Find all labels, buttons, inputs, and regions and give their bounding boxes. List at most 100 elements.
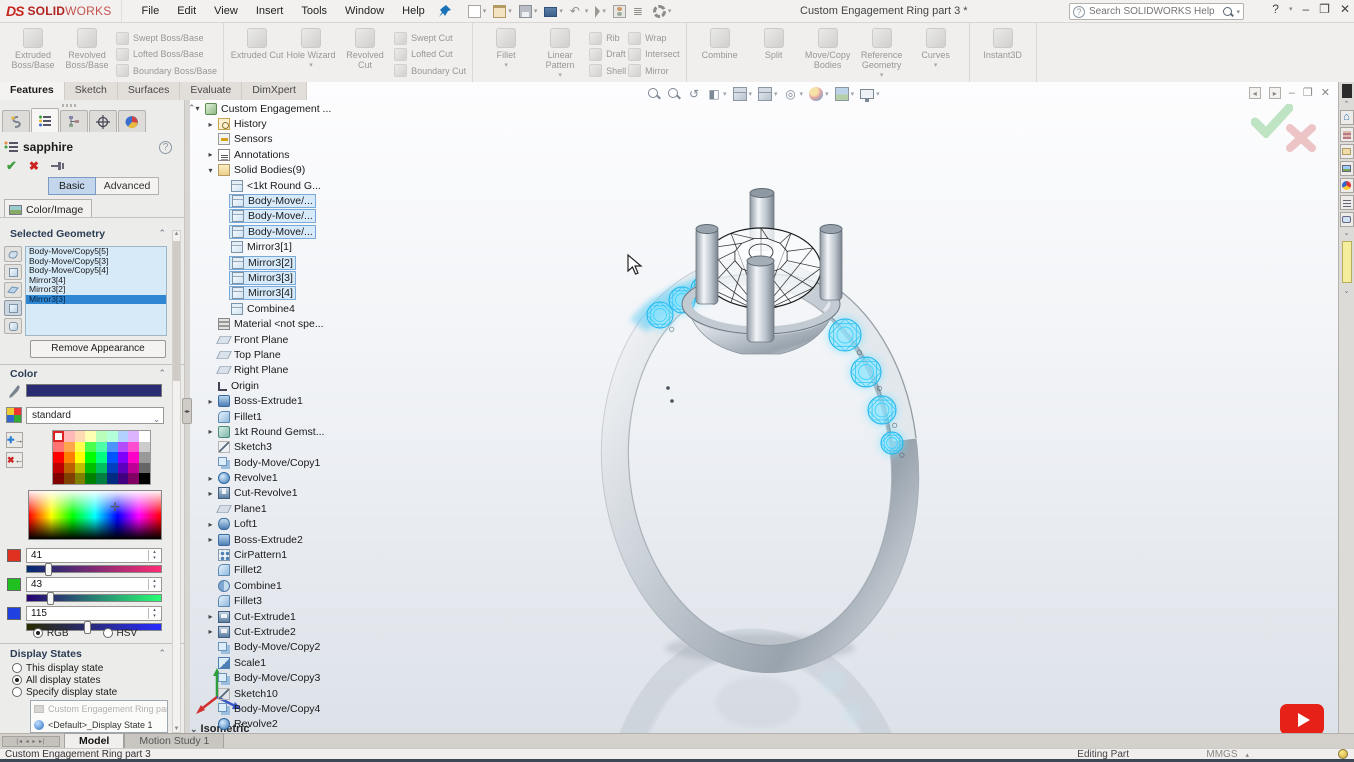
blue-value-input[interactable]: 115▴▾ xyxy=(26,606,162,621)
tree-item-top-plane[interactable]: Top Plane xyxy=(190,347,400,362)
dropdown-caret-icon[interactable]: ▾ xyxy=(309,61,313,69)
filter-bodies-button[interactable] xyxy=(4,246,22,262)
tree-item-scale1[interactable]: Scale1 xyxy=(190,655,400,670)
palette-swatch[interactable] xyxy=(96,442,107,453)
tree-item-mirror3-4[interactable]: Mirror3[4] xyxy=(190,286,400,301)
green-value-input[interactable]: 43▴▾ xyxy=(26,577,162,592)
selected-geometry-item[interactable]: Mirror3[3] xyxy=(26,295,166,305)
dropdown-caret-icon[interactable]: ▾ xyxy=(558,71,562,79)
doc-prev-icon[interactable]: ◂ xyxy=(1249,87,1261,99)
palette-dropdown[interactable]: standard⌄ xyxy=(26,407,164,424)
green-slider-thumb[interactable] xyxy=(47,592,54,605)
tree-item-body-move[interactable]: Body-Move/... xyxy=(190,193,400,208)
palette-swatch[interactable] xyxy=(85,431,96,442)
selected-geometry-list[interactable]: Body-Move/Copy5[5]Body-Move/Copy5[3]Body… xyxy=(25,246,167,336)
add-swatch-button[interactable]: ✚→ xyxy=(6,432,23,448)
color-gradient-picker[interactable] xyxy=(28,490,162,540)
doc-next-icon[interactable]: ▸ xyxy=(1269,87,1281,99)
expand-arrow-icon[interactable]: ▸ xyxy=(205,520,216,529)
display-states-list[interactable]: Custom Engagement Ring part 3<Default>_D… xyxy=(30,700,168,733)
tree-item-cut-extrude1[interactable]: ▸Cut-Extrude1 xyxy=(190,609,400,624)
palette-swatch[interactable] xyxy=(96,463,107,474)
palette-swatch[interactable] xyxy=(53,463,64,474)
dropdown-caret-icon[interactable]: ▾ xyxy=(559,7,563,15)
ribbon-button-instant3d[interactable]: Instant3D xyxy=(976,26,1030,79)
dropdown-caret-icon[interactable]: ▾ xyxy=(534,7,538,15)
expand-arrow-icon[interactable]: ▸ xyxy=(205,120,216,129)
tab-dimxpert-manager[interactable] xyxy=(89,110,117,132)
rgb-radio[interactable]: RGB xyxy=(33,628,69,639)
ribbon-button-boundary-boss-base[interactable]: Boundary Boss/Base xyxy=(116,63,217,79)
palette-swatch[interactable] xyxy=(107,463,118,474)
palette-swatch[interactable] xyxy=(64,473,75,484)
palette-swatch[interactable] xyxy=(118,431,129,442)
hide-show-items-button[interactable]: ◎▾ xyxy=(782,86,806,102)
zoom-to-fit-button[interactable] xyxy=(645,86,663,102)
tree-item-1kt-round-g[interactable]: <1kt Round G... xyxy=(190,178,400,193)
tree-item-boss-extrude1[interactable]: ▸Boss-Extrude1 xyxy=(190,393,400,408)
filter-part-button[interactable] xyxy=(4,318,22,334)
palette-swatch[interactable] xyxy=(64,452,75,463)
open-button[interactable]: ▾ xyxy=(491,4,514,19)
task-pane-view-palette-button[interactable] xyxy=(1340,161,1354,176)
palette-swatch[interactable] xyxy=(64,442,75,453)
eyedropper-icon[interactable] xyxy=(8,385,22,399)
menu-tools[interactable]: Tools xyxy=(292,1,336,21)
collapse-chevron-icon[interactable]: ⌃ xyxy=(158,368,166,379)
palette-swatch[interactable] xyxy=(118,473,129,484)
zoom-to-area-button[interactable] xyxy=(665,86,683,102)
doc-restore[interactable]: ❐ xyxy=(1303,86,1313,99)
tree-item-history[interactable]: ▸History xyxy=(190,116,400,131)
doc-tab-model[interactable]: Model xyxy=(64,733,124,748)
previous-view-button[interactable]: ↺ xyxy=(685,86,703,102)
menu-edit[interactable]: Edit xyxy=(168,1,205,21)
spinner-icon[interactable]: ▴▾ xyxy=(148,550,160,561)
palette-swatch[interactable] xyxy=(75,431,86,442)
display-style-button[interactable]: ▾ xyxy=(756,85,780,102)
advanced-button[interactable]: Advanced xyxy=(96,177,160,195)
expand-arrow-icon[interactable]: ▸ xyxy=(205,535,216,544)
tree-item-loft1[interactable]: ▸Loft1 xyxy=(190,517,400,532)
filter-solid-button[interactable] xyxy=(4,264,22,280)
green-slider[interactable] xyxy=(26,594,162,602)
tree-item-body-move-copy4[interactable]: Body-Move/Copy4 xyxy=(190,701,400,716)
undo-button[interactable]: ↶▾ xyxy=(568,4,591,19)
tree-item-combine4[interactable]: Combine4 xyxy=(190,301,400,316)
task-pane-forum-button[interactable] xyxy=(1340,212,1354,227)
color-header[interactable]: Color xyxy=(10,368,37,380)
filter-body-selected-button[interactable] xyxy=(4,300,22,316)
ribbon-button-intersect[interactable]: Intersect xyxy=(628,46,680,62)
tree-item-front-plane[interactable]: Front Plane xyxy=(190,332,400,347)
tree-item-fillet3[interactable]: Fillet3 xyxy=(190,594,400,609)
spinner-icon[interactable]: ▴▾ xyxy=(148,579,160,590)
menu-window[interactable]: Window xyxy=(336,1,393,21)
dropdown-caret-icon[interactable]: ▾ xyxy=(585,7,589,15)
help-caret[interactable]: ▾ xyxy=(1289,5,1293,13)
tab-feature-manager[interactable] xyxy=(2,110,30,132)
tree-item-cirpattern1[interactable]: CirPattern1 xyxy=(190,547,400,562)
scroll-up-icon[interactable]: ⌃ xyxy=(1339,100,1354,108)
options-button[interactable]: ▾ xyxy=(651,4,674,19)
palette-swatch[interactable] xyxy=(128,452,139,463)
edit-appearance-button[interactable]: ▾ xyxy=(807,86,831,102)
palette-swatch[interactable] xyxy=(118,463,129,474)
dropdown-caret-icon[interactable]: ▾ xyxy=(749,90,753,98)
remove-swatch-button[interactable]: ✖← xyxy=(6,452,23,468)
app-help-button[interactable]: ? xyxy=(1272,2,1279,16)
tree-item-sensors[interactable]: Sensors xyxy=(190,132,400,147)
tree-item-right-plane[interactable]: Right Plane xyxy=(190,363,400,378)
rebuild-button[interactable] xyxy=(611,4,628,19)
ribbon-button-swept-boss-base[interactable]: Swept Boss/Base xyxy=(116,30,217,46)
task-pane-pin-icon[interactable] xyxy=(1342,84,1352,98)
expand-arrow-icon[interactable]: ▸ xyxy=(205,612,216,621)
red-slider[interactable] xyxy=(26,565,162,573)
tree-item-revolve1[interactable]: ▸Revolve1 xyxy=(190,470,400,485)
red-slider-thumb[interactable] xyxy=(45,563,52,576)
dropdown-caret-icon[interactable]: ▾ xyxy=(800,90,804,98)
splitter-handle[interactable]: ◂▸ xyxy=(182,398,192,424)
expand-arrow-icon[interactable]: ▸ xyxy=(205,627,216,636)
ribbon-button-boundary-cut[interactable]: Boundary Cut xyxy=(394,63,466,79)
tree-collapse-icon[interactable]: ⌃ xyxy=(190,103,196,114)
task-pane-slider[interactable] xyxy=(1342,241,1352,283)
dropdown-caret-icon[interactable]: ▾ xyxy=(723,90,727,98)
